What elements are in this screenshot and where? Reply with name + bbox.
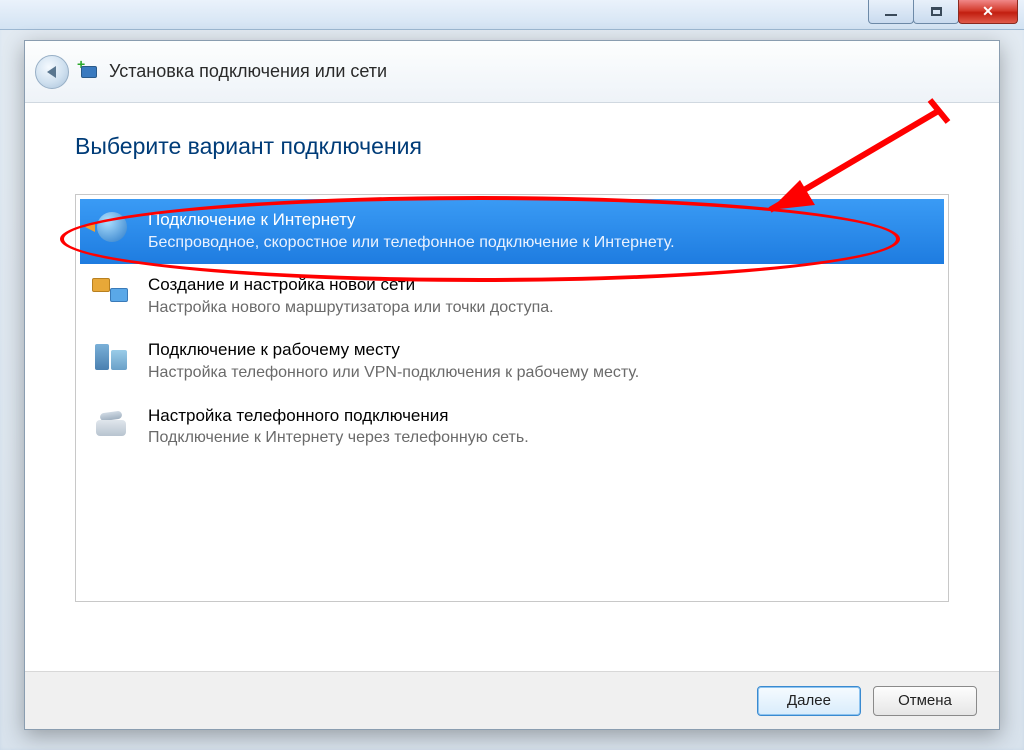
option-subtitle: Настройка нового маршрутизатора или точк… [148,297,934,319]
window-titlebar[interactable]: ✕ [0,0,1024,30]
option-title: Создание и настройка новой сети [148,273,934,297]
back-button[interactable] [35,55,69,89]
option-new-network[interactable]: ➔ Создание и настройка новой сети Настро… [80,264,944,329]
desktop-background: ✕ + Установка подключения или сети Выбер… [0,0,1024,750]
minimize-button[interactable] [868,0,914,24]
dialog-header: + Установка подключения или сети [25,41,999,103]
phone-icon [90,403,134,443]
cancel-button[interactable]: Отмена [873,686,977,716]
page-heading: Выберите вариант подключения [75,133,949,160]
option-workplace[interactable]: Подключение к рабочему месту Настройка т… [80,329,944,394]
wizard-dialog: + Установка подключения или сети Выберит… [24,40,1000,730]
option-title: Подключение к рабочему месту [148,338,934,362]
option-subtitle: Настройка телефонного или VPN-подключени… [148,362,934,384]
dialog-title: Установка подключения или сети [109,61,387,82]
maximize-button[interactable] [913,0,959,24]
option-subtitle: Беспроводное, скоростное или телефонное … [148,232,934,254]
new-network-icon: ➔ [90,272,134,312]
option-subtitle: Подключение к Интернету через телефонную… [148,427,934,449]
dialog-footer: Далее Отмена [25,671,999,729]
network-setup-icon: + [77,60,101,84]
option-title: Подключение к Интернету [148,208,934,232]
workplace-icon [90,337,134,377]
connection-options-list: Подключение к Интернету Беспроводное, ск… [75,194,949,602]
window-controls: ✕ [869,0,1018,24]
close-button[interactable]: ✕ [958,0,1018,24]
globe-icon [90,207,134,247]
option-dialup[interactable]: Настройка телефонного подключения Подклю… [80,395,944,460]
next-button[interactable]: Далее [757,686,861,716]
dialog-body: Выберите вариант подключения Подключение… [25,103,999,671]
arrow-left-icon [47,66,56,78]
option-internet[interactable]: Подключение к Интернету Беспроводное, ск… [80,199,944,264]
option-title: Настройка телефонного подключения [148,404,934,428]
